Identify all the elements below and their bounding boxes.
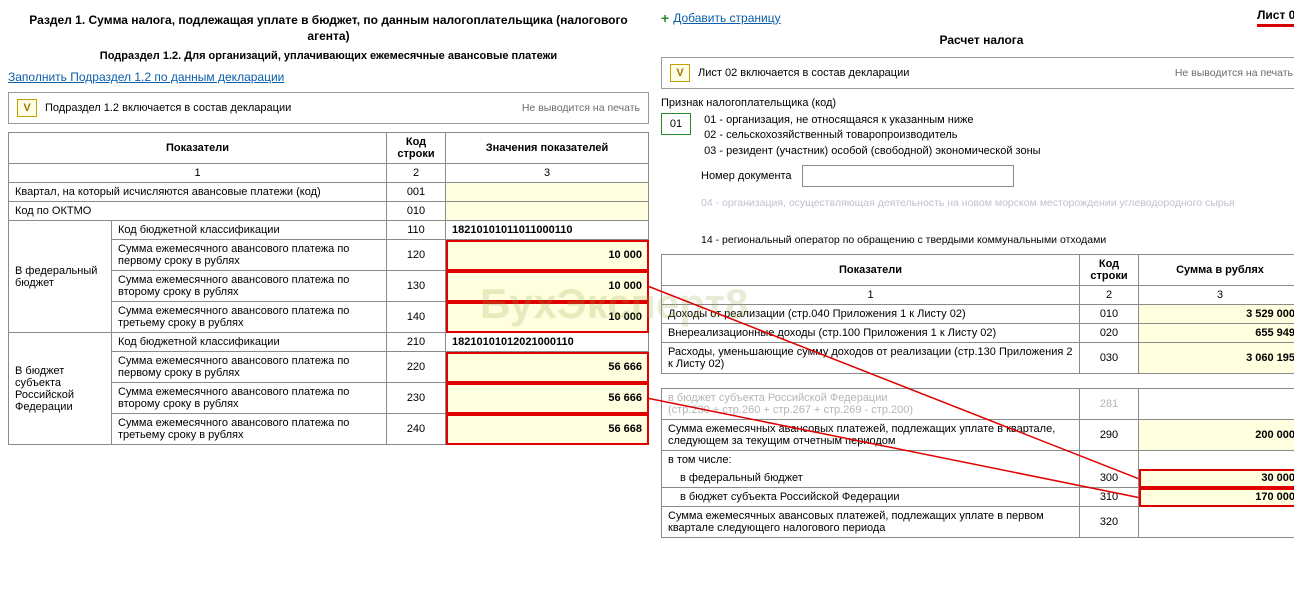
code-vtom bbox=[1080, 451, 1139, 470]
doc-label: Номер документа bbox=[701, 170, 792, 182]
row-fed1: Сумма ежемесячного авансового платежа по… bbox=[112, 240, 387, 271]
include-label-right: Лист 02 включается в состав декларации bbox=[698, 67, 909, 79]
code-r020: 020 bbox=[1080, 324, 1139, 343]
watermark: БухЭксперт8 bbox=[480, 280, 748, 328]
r-th-sum: Сумма в рублях bbox=[1139, 255, 1294, 286]
include-row-left: V Подраздел 1.2 включается в состав декл… bbox=[8, 92, 649, 124]
section-title: Раздел 1. Сумма налога, подлежащая уплат… bbox=[8, 12, 649, 44]
val-220[interactable]: 56 666 bbox=[446, 352, 649, 383]
row-fed3: Сумма ежемесячного авансового платежа по… bbox=[112, 302, 387, 333]
val-300[interactable]: 30 000 bbox=[1139, 469, 1294, 488]
row-kvartal: Квартал, на который исчисляются авансовы… bbox=[9, 183, 387, 202]
row-fed2: Сумма ежемесячного авансового платежа по… bbox=[112, 271, 387, 302]
sub-label: В бюджет субъекта Российской Федерации bbox=[9, 333, 112, 445]
right-table-bottom: в бюджет субъекта Российской Федерации (… bbox=[661, 388, 1294, 538]
row-281a: в бюджет субъекта Российской Федерации (… bbox=[662, 389, 1080, 420]
include-checkbox-right[interactable]: V bbox=[670, 64, 690, 82]
val-230[interactable]: 56 666 bbox=[446, 383, 649, 414]
row-030: Расходы, уменьшающие сумму доходов от ре… bbox=[662, 343, 1080, 374]
th-indicators: Показатели bbox=[9, 133, 387, 164]
add-page[interactable]: + Добавить страницу bbox=[661, 10, 781, 26]
subsection-title: Подраздел 1.2. Для организаций, уплачива… bbox=[8, 50, 649, 62]
row-kbk-sub: Код бюджетной классификации bbox=[112, 333, 387, 352]
doc-input[interactable] bbox=[802, 165, 1014, 187]
row-oktmo: Код по ОКТМО bbox=[9, 202, 387, 221]
code-001: 001 bbox=[387, 183, 446, 202]
r-idx3: 3 bbox=[1139, 286, 1294, 305]
val-281 bbox=[1139, 389, 1294, 420]
code-210: 210 bbox=[387, 333, 446, 352]
val-240[interactable]: 56 668 bbox=[446, 414, 649, 445]
row-sub3: Сумма ежемесячного авансового платежа по… bbox=[112, 414, 387, 445]
code-r010: 010 bbox=[1080, 305, 1139, 324]
code-110: 110 bbox=[387, 221, 446, 240]
right-table-top: Показатели Код строки Сумма в рублях 1 2… bbox=[661, 254, 1294, 374]
no-print-note-right: Не выводится на печать bbox=[1175, 67, 1293, 79]
fill-link[interactable]: Заполнить Подраздел 1.2 по данным деклар… bbox=[8, 70, 284, 84]
right-title: Расчет налога bbox=[661, 33, 1294, 47]
kod-14: 14 - региональный оператор по обращению … bbox=[701, 234, 1294, 246]
val-120[interactable]: 10 000 bbox=[446, 240, 649, 271]
kod-d1: 01 - организация, не относящаяся к указа… bbox=[704, 113, 1041, 128]
code-220: 220 bbox=[387, 352, 446, 383]
row-290: Сумма ежемесячных авансовых платежей, по… bbox=[662, 420, 1080, 451]
kod-faded-04: 04 - организация, осуществляющая деятель… bbox=[701, 197, 1294, 211]
row-sub2: Сумма ежемесячного авансового платежа по… bbox=[112, 383, 387, 414]
code-010: 010 bbox=[387, 202, 446, 221]
row-vtom: в том числе: bbox=[662, 451, 1080, 470]
val-010[interactable] bbox=[446, 202, 649, 221]
include-checkbox[interactable]: V bbox=[17, 99, 37, 117]
val-vtom bbox=[1139, 451, 1294, 470]
val-r010[interactable]: 3 529 000 bbox=[1139, 305, 1294, 324]
code-r030: 030 bbox=[1080, 343, 1139, 374]
val-001[interactable] bbox=[446, 183, 649, 202]
val-110[interactable]: 18210101011011000110 bbox=[446, 221, 649, 240]
kod-d2: 02 - сельскохозяйственный товаропроизвод… bbox=[704, 128, 1041, 143]
fed-label: В федеральный бюджет bbox=[9, 221, 112, 333]
kod-title: Признак налогоплательщика (код) bbox=[661, 97, 1294, 109]
code-230: 230 bbox=[387, 383, 446, 414]
code-281: 281 bbox=[1080, 389, 1139, 420]
list-tag: Лист 02 bbox=[1257, 8, 1294, 27]
row-sub1: Сумма ежемесячного авансового платежа по… bbox=[112, 352, 387, 383]
code-130: 130 bbox=[387, 271, 446, 302]
idx2: 2 bbox=[387, 164, 446, 183]
val-320 bbox=[1139, 507, 1294, 538]
kod-value[interactable]: 01 bbox=[661, 113, 691, 135]
val-310[interactable]: 170 000 bbox=[1139, 488, 1294, 507]
code-320: 320 bbox=[1080, 507, 1139, 538]
code-120: 120 bbox=[387, 240, 446, 271]
row-300: в федеральный бюджет bbox=[662, 469, 1080, 488]
val-r020[interactable]: 655 949 bbox=[1139, 324, 1294, 343]
code-290: 290 bbox=[1080, 420, 1139, 451]
plus-icon: + bbox=[661, 10, 669, 26]
th-values: Значения показателей bbox=[446, 133, 649, 164]
no-print-note: Не выводится на печать bbox=[522, 102, 640, 114]
add-page-link[interactable]: Добавить страницу bbox=[673, 11, 780, 25]
idx3: 3 bbox=[446, 164, 649, 183]
kod-d3: 03 - резидент (участник) особой (свободн… bbox=[704, 144, 1041, 159]
code-300: 300 bbox=[1080, 469, 1139, 488]
val-290[interactable]: 200 000 bbox=[1139, 420, 1294, 451]
row-310: в бюджет субъекта Российской Федерации bbox=[662, 488, 1080, 507]
kod-faded-spacer bbox=[701, 213, 1294, 227]
r-th-code: Код строки bbox=[1080, 255, 1139, 286]
r-idx2: 2 bbox=[1080, 286, 1139, 305]
val-r030[interactable]: 3 060 195 bbox=[1139, 343, 1294, 374]
code-240: 240 bbox=[387, 414, 446, 445]
code-140: 140 bbox=[387, 302, 446, 333]
th-code: Код строки bbox=[387, 133, 446, 164]
row-320: Сумма ежемесячных авансовых платежей, по… bbox=[662, 507, 1080, 538]
row-kbk-fed: Код бюджетной классификации bbox=[112, 221, 387, 240]
val-210[interactable]: 18210101012021000110 bbox=[446, 333, 649, 352]
code-310: 310 bbox=[1080, 488, 1139, 507]
include-label: Подраздел 1.2 включается в состав деклар… bbox=[45, 102, 291, 114]
idx1: 1 bbox=[9, 164, 387, 183]
include-row-right: V Лист 02 включается в состав декларации… bbox=[661, 57, 1294, 89]
